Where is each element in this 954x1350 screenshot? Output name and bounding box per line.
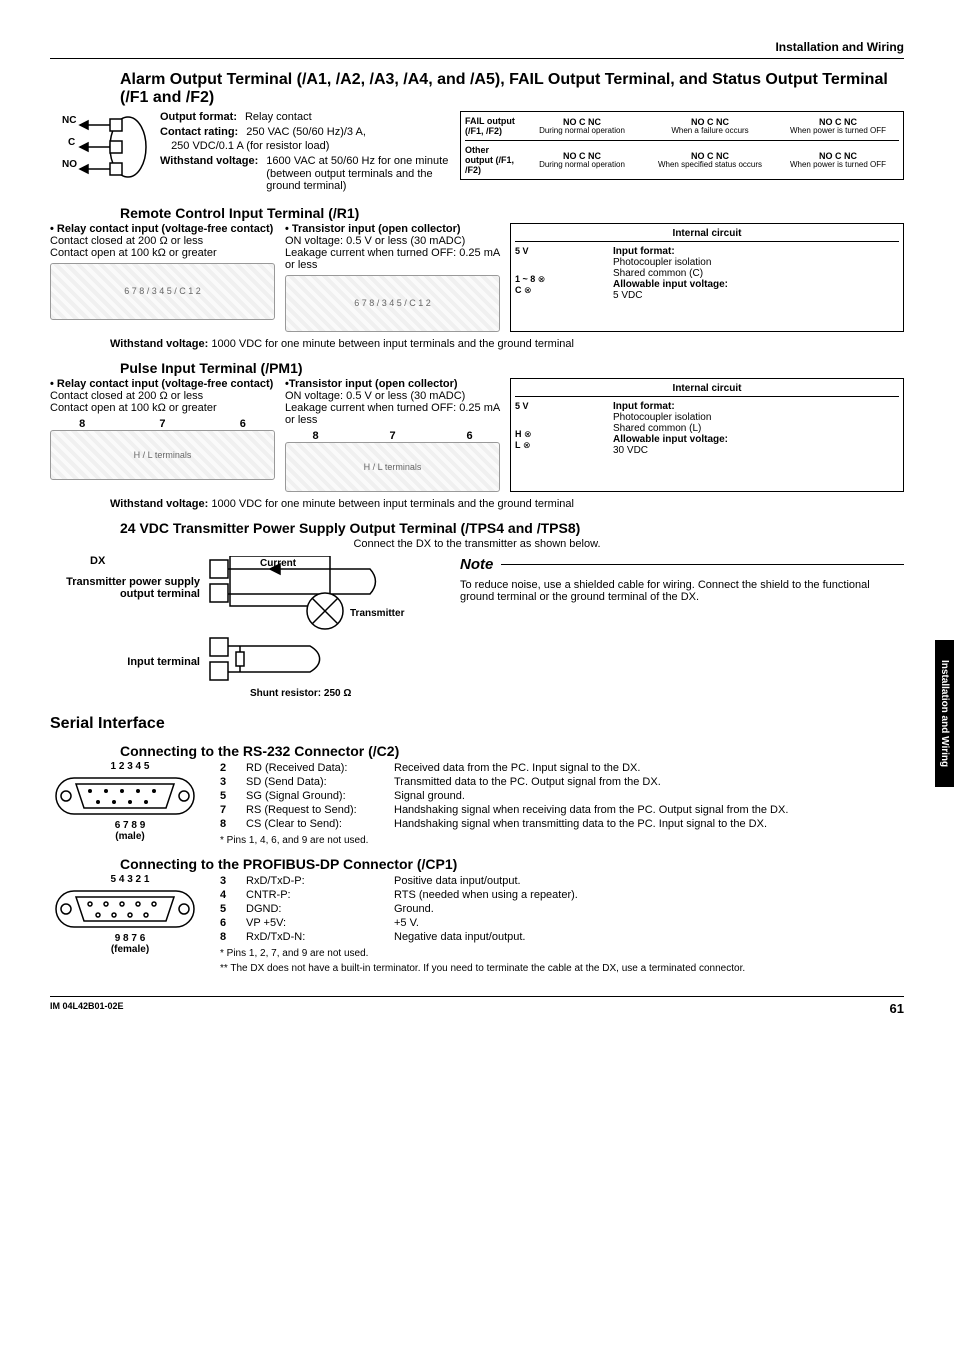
profibus-gender: (female) <box>50 944 210 955</box>
pulse-title: Pulse Input Terminal (/PM1) <box>120 360 904 376</box>
svg-text:NO: NO <box>62 159 77 170</box>
alarm-terminal-diagram: NC C NO <box>50 111 150 183</box>
remote-internal-box: Internal circuit 5 V 1 ~ 8 ⊗ C ⊗ Input f… <box>510 223 904 332</box>
profibus-bot-pins: 9 8 7 6 <box>50 933 210 944</box>
profibus-fn1: * Pins 1, 2, 7, and 9 are not used. <box>220 948 904 959</box>
rs232-connector-icon <box>50 772 200 820</box>
tps-subtitle: Connect the DX to the transmitter as sho… <box>50 538 904 550</box>
rs232-gender: (male) <box>50 831 210 842</box>
pulse-withstand-k: Withstand voltage: <box>110 498 208 510</box>
profibus-top-pins: 5 4 3 2 1 <box>50 874 210 885</box>
fail-output-table: FAIL output (/F1, /F2) NO C NCDuring nor… <box>460 111 904 180</box>
pulse-relay-v1: Contact closed at 200 Ω or less <box>50 390 275 402</box>
pulse-trans-heading: •Transistor input (open collector) <box>285 378 500 390</box>
remote-withstand-v: 1000 VDC for one minute between input te… <box>211 338 574 350</box>
rs232-footnote: * Pins 1, 4, 6, and 9 are not used. <box>220 835 904 846</box>
pulse-withstand-v: 1000 VDC for one minute between input te… <box>211 498 574 510</box>
remote-trans-v2: Leakage current when turned OFF: 0.25 mA… <box>285 247 500 271</box>
remote-relay-diagram: 6 7 8 / 3 4 5 / C 1 2 <box>50 263 275 320</box>
note-heading: Note <box>460 556 493 573</box>
output-format-value: Relay contact <box>245 111 450 124</box>
svg-text:Current: Current <box>260 558 297 569</box>
svg-text:C: C <box>68 137 75 148</box>
rs232-bot-pins: 6 7 8 9 <box>50 820 210 831</box>
contact-rating-label: Contact rating: <box>160 126 238 139</box>
alarm-title: Alarm Output Terminal (/A1, /A2, /A3, /A… <box>120 71 904 107</box>
page-header: Installation and Wiring <box>50 40 904 59</box>
profibus-title: Connecting to the PROFIBUS-DP Connector … <box>120 856 904 872</box>
remote-trans-diagram: 6 7 8 / 3 4 5 / C 1 2 <box>285 275 500 332</box>
withstand-label: Withstand voltage: <box>160 155 258 193</box>
pulse-trans-diagram: H / L terminals <box>285 442 500 492</box>
remote-title: Remote Control Input Terminal (/R1) <box>120 205 904 221</box>
rs232-pin-table: 2RD (Received Data):Received data from t… <box>220 761 796 831</box>
note-body: To reduce noise, use a shielded cable fo… <box>460 579 904 603</box>
pulse-relay-v2: Contact open at 100 kΩ or greater <box>50 402 275 414</box>
pulse-relay-heading: • Relay contact input (voltage-free cont… <box>50 378 275 390</box>
rs232-title: Connecting to the RS-232 Connector (/C2) <box>120 743 904 759</box>
profibus-connector-icon <box>50 885 200 933</box>
rs232-top-pins: 1 2 3 4 5 <box>50 761 210 772</box>
remote-trans-heading: • Transistor input (open collector) <box>285 223 500 235</box>
svg-text:DX: DX <box>90 556 106 567</box>
page-number: 61 <box>890 1001 904 1016</box>
profibus-fn2: ** The DX does not have a built-in termi… <box>220 963 904 974</box>
remote-relay-heading: • Relay contact input (voltage-free cont… <box>50 223 275 235</box>
contact-rating-value1: 250 VAC (50/60 Hz)/3 A, <box>246 126 450 139</box>
pulse-internal-box: Internal circuit 5 V H ⊗ L ⊗ Input forma… <box>510 378 904 492</box>
svg-text:Transmitter: Transmitter <box>350 608 405 619</box>
remote-withstand-k: Withstand voltage: <box>110 338 208 350</box>
withstand-value: 1600 VAC at 50/60 Hz for one minute (bet… <box>266 155 450 193</box>
remote-relay-v2: Contact open at 100 kΩ or greater <box>50 247 275 259</box>
svg-text:Shunt resistor: 250 Ω: Shunt resistor: 250 Ω <box>250 688 351 699</box>
remote-trans-v1: ON voltage: 0.5 V or less (30 mADC) <box>285 235 500 247</box>
pulse-trans-v2: Leakage current when turned OFF: 0.25 mA… <box>285 402 500 426</box>
contact-rating-value2: 250 VDC/0.1 A (for resistor load) <box>171 140 450 153</box>
page-footer: IM 04L42B01-02E 61 <box>50 996 904 1016</box>
pulse-relay-diagram: H / L terminals <box>50 430 275 480</box>
side-tab: Installation and Wiring <box>935 640 954 787</box>
tps-title: 24 VDC Transmitter Power Supply Output T… <box>120 520 904 536</box>
profibus-pin-table: 3RxD/TxD-P:Positive data input/output. 4… <box>220 874 586 944</box>
output-format-label: Output format: <box>160 111 237 124</box>
svg-text:NC: NC <box>62 115 76 126</box>
remote-relay-v1: Contact closed at 200 Ω or less <box>50 235 275 247</box>
serial-title: Serial Interface <box>50 715 904 733</box>
doc-id: IM 04L42B01-02E <box>50 1001 124 1016</box>
pulse-trans-v1: ON voltage: 0.5 V or less (30 mADC) <box>285 390 500 402</box>
